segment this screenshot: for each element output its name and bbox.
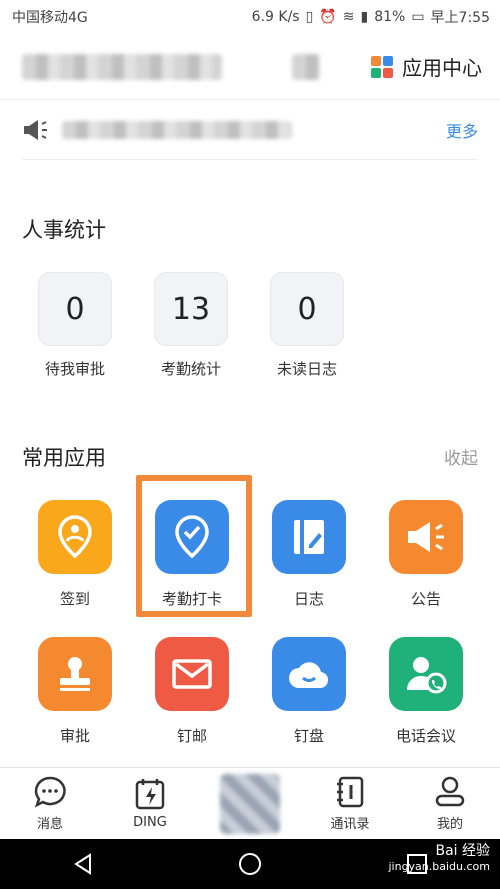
app-tile — [389, 500, 463, 574]
location-pin-icon — [58, 515, 92, 559]
app-tile — [38, 500, 112, 574]
battery-percent: 81% — [374, 9, 406, 25]
stat-label: 待我审批 — [44, 360, 105, 378]
stat-value: 0 — [270, 272, 344, 346]
stat-value: 0 — [38, 272, 112, 346]
app-label: 钉邮 — [176, 727, 207, 745]
stat-value: 13 — [154, 272, 228, 346]
app-label: 日志 — [293, 590, 324, 608]
app-label: 审批 — [59, 727, 90, 745]
app-checkin[interactable]: 签到 — [38, 500, 112, 609]
app-ding-mail[interactable]: 钉邮 — [155, 637, 229, 746]
collapse-button[interactable]: 收起 — [444, 444, 478, 469]
tab-label: DING — [133, 815, 167, 830]
tab-label: 我的 — [436, 817, 463, 832]
app-approval[interactable]: 审批 — [38, 637, 112, 746]
network-speed: 6.9 K/s — [251, 9, 300, 25]
tab-me[interactable]: 我的 — [415, 775, 485, 832]
clock: 早上7:55 — [430, 10, 490, 26]
bottom-tab-bar: 消息 DING 通讯录 我的 — [0, 767, 500, 839]
watermark-title: Bai 经验 — [435, 843, 490, 859]
notice-bar[interactable]: 更多 — [22, 100, 478, 160]
org-name-blurred[interactable] — [22, 53, 222, 80]
status-right: 6.9 K/s ▯ ⏰ ≋ ▮ 81% ▭ 早上7:55 — [252, 7, 490, 27]
tab-messages[interactable]: 消息 — [15, 775, 85, 832]
signal-icon: ▮ — [360, 9, 369, 25]
ding-icon — [135, 779, 165, 810]
stat-label: 未读日志 — [276, 360, 337, 378]
back-icon[interactable] — [72, 853, 94, 875]
common-apps-title: 常用应用 — [22, 446, 106, 470]
watermark: Bai 经验 jingyan.baidu.com — [388, 843, 490, 875]
tab-center[interactable] — [215, 773, 285, 834]
tab-contacts[interactable]: 通讯录 — [315, 775, 385, 832]
header: 应用中心 — [0, 34, 500, 100]
app-label: 公告 — [410, 590, 441, 608]
journal-icon — [294, 520, 324, 554]
app-label: 钉盘 — [293, 727, 324, 745]
stat-attendance[interactable]: 13 考勤统计 — [154, 272, 228, 379]
alarm-icon: ⏰ — [319, 9, 337, 25]
center-tab-blurred-icon — [220, 773, 280, 834]
watermark-url: jingyan.baidu.com — [388, 860, 490, 873]
notice-text-blurred — [62, 120, 292, 139]
app-tile — [155, 637, 229, 711]
wifi-icon: ≋ — [342, 9, 355, 25]
cloud-icon — [289, 662, 329, 689]
stat-label: 考勤统计 — [160, 360, 221, 378]
chat-bubble-icon — [34, 776, 66, 808]
stat-pending-approval[interactable]: 0 待我审批 — [38, 272, 112, 379]
home-icon[interactable] — [238, 852, 262, 876]
blurred-element — [292, 53, 320, 80]
app-center-icon — [371, 55, 393, 78]
app-ding-disk[interactable]: 钉盘 — [272, 637, 346, 746]
app-attendance-punch[interactable]: 考勤打卡 — [155, 500, 229, 609]
app-tile — [272, 637, 346, 711]
phone-meeting-icon — [407, 657, 447, 694]
check-pin-icon — [175, 515, 209, 559]
person-icon — [435, 776, 465, 807]
app-tile — [389, 637, 463, 711]
contacts-book-icon — [337, 776, 364, 808]
app-center-label: 应用中心 — [402, 56, 482, 80]
battery-icon: ▭ — [411, 9, 425, 25]
status-bar: 中国移动4G 6.9 K/s ▯ ⏰ ≋ ▮ 81% ▭ 早上7:55 — [0, 0, 500, 34]
stat-unread-logs[interactable]: 0 未读日志 — [270, 272, 344, 379]
tab-ding[interactable]: DING — [115, 777, 185, 830]
tab-label: 消息 — [36, 817, 63, 832]
vibrate-icon: ▯ — [305, 9, 314, 25]
hr-stats-title: 人事统计 — [22, 218, 106, 242]
mail-icon — [172, 659, 212, 689]
app-center-button[interactable]: 应用中心 — [370, 52, 482, 81]
app-label: 考勤打卡 — [161, 590, 222, 608]
stamp-icon — [60, 657, 90, 691]
app-phone-meeting[interactable]: 电话会议 — [389, 637, 463, 746]
tab-label: 通讯录 — [330, 817, 370, 832]
megaphone-icon — [24, 119, 47, 140]
app-log[interactable]: 日志 — [272, 500, 346, 609]
carrier-label: 中国移动4G — [12, 10, 88, 26]
more-link[interactable]: 更多 — [446, 118, 478, 142]
hr-stats: 0 待我审批 13 考勤统计 0 未读日志 — [38, 272, 344, 379]
megaphone-icon — [408, 522, 444, 552]
app-tile — [38, 637, 112, 711]
app-grid: 签到 考勤打卡 日志 公告 审批 钉邮 钉盘 电话会议 — [38, 500, 463, 746]
app-label: 签到 — [59, 590, 90, 608]
app-tile — [272, 500, 346, 574]
app-announcement[interactable]: 公告 — [389, 500, 463, 609]
app-tile — [155, 500, 229, 574]
app-label: 电话会议 — [395, 727, 456, 745]
